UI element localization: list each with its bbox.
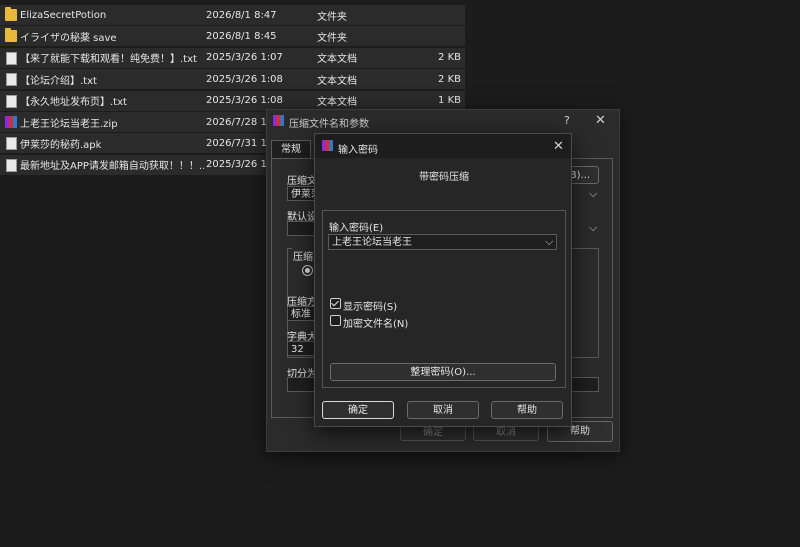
file-type: 文本文档 [317,75,357,87]
file-date: 2025/3/26 1:07 [206,52,283,64]
file-type: 文件夹 [317,11,347,23]
chevron-down-icon[interactable]: ⌵ [589,221,597,235]
file-row[interactable]: 【论坛介绍】.txt 2025/3/26 1:08 文本文档 2 KB [0,69,465,90]
file-row[interactable]: 【永久地址发布页】.txt 2025/3/26 1:08 文本文档 1 KB [0,90,465,111]
file-type: 文本文档 [317,54,357,66]
split-input[interactable] [287,377,317,392]
format-group-label: 压缩 [292,248,314,263]
dialog-title: 压缩文件名和参数 [289,119,369,130]
file-date: 2025/3/26 1:08 [206,73,283,85]
show-password-label: 显示密码(S) [343,302,398,313]
file-date: 2026/8/1 8:47 [206,9,277,21]
password-label: 输入密码(E) [329,223,384,234]
help-question-button[interactable]: ? [564,114,570,127]
file-name: 最新地址及APP请发邮箱自动获取！！！... [20,161,204,173]
file-name: 【永久地址发布页】.txt [20,97,127,109]
format-radio[interactable] [302,265,313,276]
folder-icon [5,7,17,21]
tab-general[interactable]: 常规 [271,140,311,159]
password-input[interactable]: 上老王论坛当老王 [328,234,557,250]
close-icon[interactable]: ✕ [595,114,606,127]
close-icon[interactable]: ✕ [553,140,564,153]
archive-icon [5,116,17,128]
help-button[interactable]: 帮助 [491,401,563,419]
chevron-down-icon[interactable]: ⌵ [589,187,597,201]
file-type: 文件夹 [317,32,347,44]
file-icon [6,137,17,151]
file-type: 文本文档 [317,97,357,109]
file-size: 1 KB [438,95,461,107]
file-name: 【论坛介绍】.txt [20,75,97,87]
file-row[interactable]: ElizaSecretPotion 2026/8/1 8:47 文件夹 [0,5,465,25]
encrypt-filenames-checkbox[interactable] [330,315,341,326]
winrar-icon [322,140,333,151]
filename-label: 压缩文 [287,176,317,187]
winrar-icon [273,115,284,126]
text-file-icon [6,158,17,172]
file-name: イライザの秘薬 save [20,32,117,44]
method-select[interactable]: 标准 [287,306,317,321]
ok-button[interactable]: 确定 [322,401,394,419]
file-name: 伊莱莎的秘药.apk [20,139,102,151]
file-row[interactable]: イライザの秘薬 save 2026/8/1 8:45 文件夹 [0,26,465,47]
dialog-title: 输入密码 [338,145,378,156]
folder-icon [5,28,17,43]
file-date: 2025/3/26 1:08 [206,95,283,107]
enter-password-dialog: 输入密码 ✕ 带密码压缩 输入密码(E) 上老王论坛当老王 ⌵ 显示密码(S) … [314,133,572,427]
chevron-down-icon[interactable]: ⌵ [545,235,553,249]
text-file-icon [6,73,17,87]
organize-passwords-button[interactable]: 整理密码(O)... [330,363,556,381]
encrypt-filenames-label: 加密文件名(N) [343,319,409,330]
dictionary-select[interactable]: 32 [287,341,317,356]
file-date: 2026/8/1 8:45 [206,30,277,42]
show-password-checkbox[interactable] [330,298,341,309]
file-size: 2 KB [438,73,461,85]
file-name: ElizaSecretPotion [20,9,107,21]
file-size: 2 KB [438,52,461,64]
file-name: 上老王论坛当老王.zip [20,118,118,130]
text-file-icon [6,51,17,65]
file-row[interactable]: 【来了就能下载和观看！纯免费！】.txt 2025/3/26 1:07 文本文档 2 … [0,47,465,68]
dialog-heading: 带密码压缩 [419,172,469,183]
cancel-button[interactable]: 取消 [407,401,479,419]
file-name: 【来了就能下载和观看！纯免费！】.txt [20,54,197,66]
text-file-icon [6,94,17,108]
